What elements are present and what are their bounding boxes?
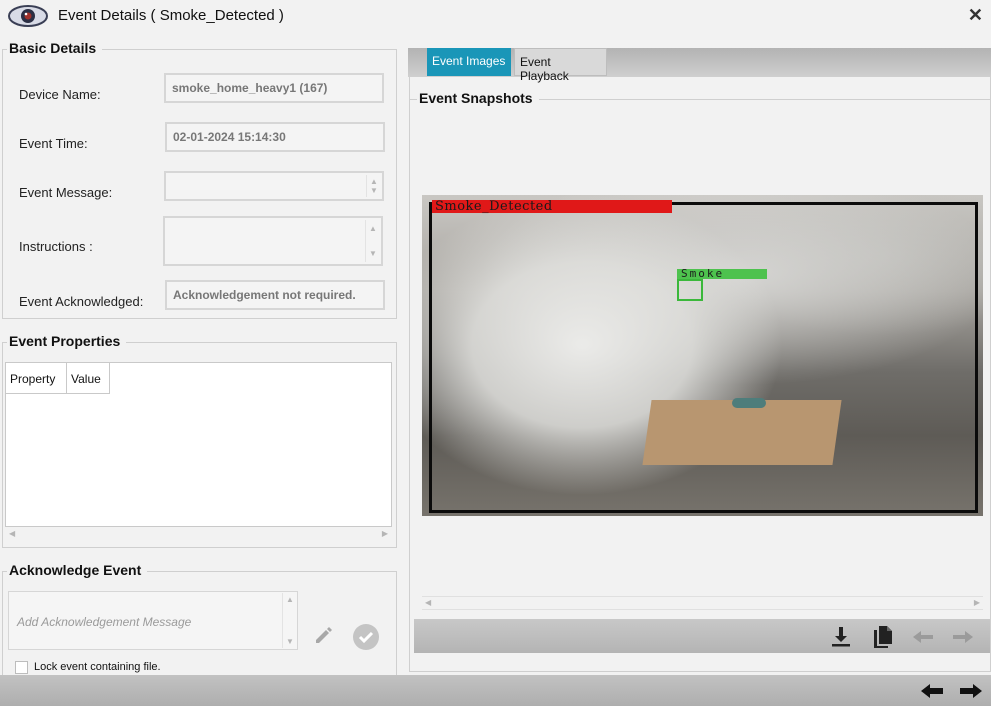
lock-event-label: Lock event containing file. [34,661,161,673]
tab-event-playback[interactable]: Event Playback [514,48,607,83]
instructions-field[interactable]: ▲ ▼ [163,216,383,266]
snapshot-horizontal-scrollbar[interactable]: ◀ ▶ [422,596,983,610]
check-circle-icon[interactable] [353,624,379,650]
previous-event-arrow-icon[interactable] [920,682,944,700]
event-time-field[interactable]: 02-01-2024 15:14:30 [165,122,385,152]
acknowledgement-message-input[interactable]: Add Acknowledgement Message [8,591,298,650]
detection-label: Smoke [677,268,767,279]
device-name-label: Device Name: [19,87,101,102]
properties-table: Property Value [5,362,392,527]
event-acknowledged-field[interactable]: Acknowledgement not required. [165,280,385,310]
tab-bar: Event Images Event Playback [408,48,991,83]
copy-icon[interactable] [872,625,894,649]
event-snapshot-image[interactable]: Smoke_Detected Smoke [422,195,983,516]
device-name-field[interactable]: smoke_home_heavy1 (167) [164,73,384,103]
event-message-label: Event Message: [19,185,113,200]
event-properties-title: Event Properties [7,333,127,349]
event-acknowledged-label: Event Acknowledged: [19,294,144,309]
ack-message-scrollbar[interactable]: ▲ ▼ [282,593,296,648]
close-icon[interactable]: ✕ [968,5,983,26]
property-column-header[interactable]: Property [6,363,67,394]
arrow-right-icon[interactable] [952,629,974,645]
tab-event-images[interactable]: Event Images [427,48,511,76]
pencil-icon[interactable] [312,624,334,646]
snapshot-toolbar [414,619,990,653]
event-message-field[interactable]: ▲ ▼ [164,171,384,201]
detection-box [677,279,703,301]
basic-details-title: Basic Details [7,40,103,56]
instructions-label: Instructions : [19,239,93,254]
instructions-scrollbar[interactable]: ▲ ▼ [365,220,379,262]
download-icon[interactable] [830,625,852,647]
window-title: Event Details ( Smoke_Detected ) [58,7,284,24]
footer-bar [0,675,991,706]
next-event-arrow-icon[interactable] [959,682,983,700]
eye-icon [8,5,48,27]
snapshot-frame [429,202,978,513]
properties-horizontal-scrollbar[interactable]: ◀ ▶ [6,528,391,542]
value-column-header[interactable]: Value [67,363,110,394]
acknowledge-event-title: Acknowledge Event [7,562,148,578]
event-snapshots-title: Event Snapshots [417,90,539,106]
lock-event-checkbox[interactable] [15,661,28,674]
event-time-label: Event Time: [19,136,88,151]
event-message-scrollbar[interactable]: ▲ ▼ [366,175,380,197]
arrow-left-icon[interactable] [912,629,934,645]
smoke-detected-overlay: Smoke_Detected [432,200,672,213]
title-bar: Event Details ( Smoke_Detected ) ✕ [0,0,991,34]
